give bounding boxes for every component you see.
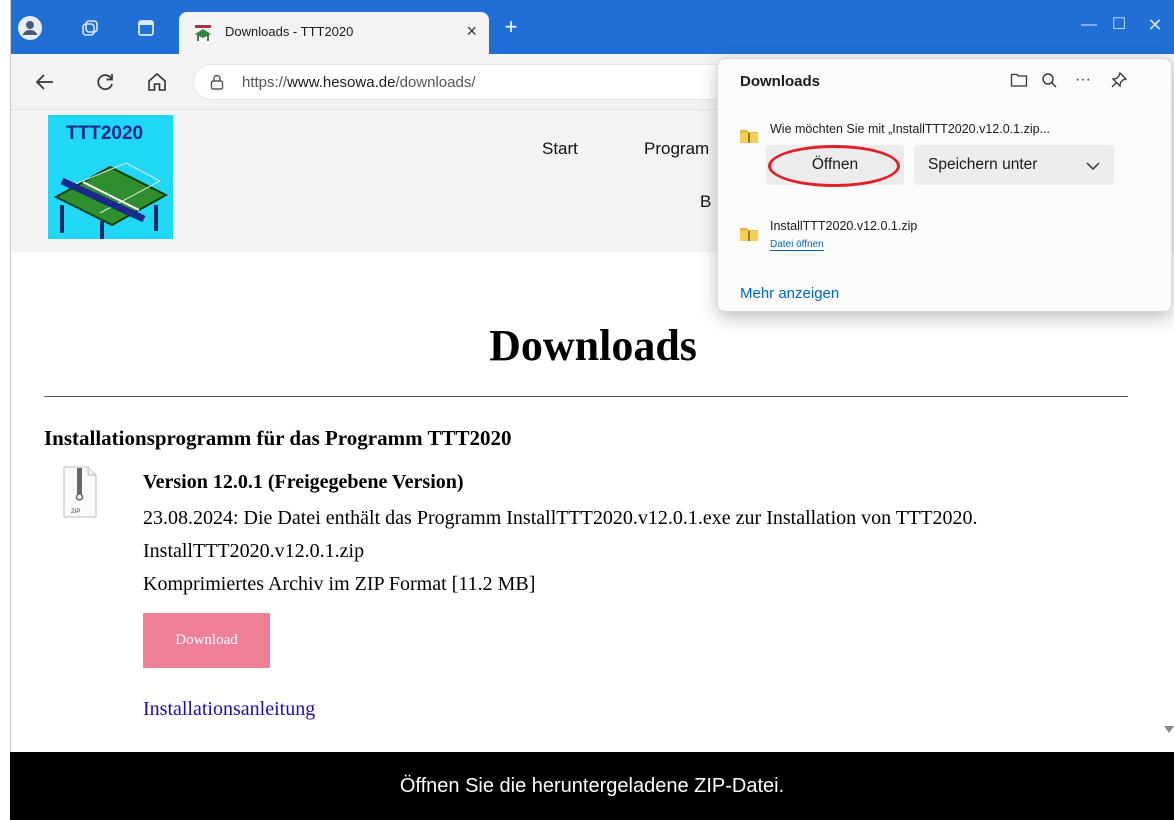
table-tennis-table-icon: [53, 162, 169, 239]
downloads-panel-title: Downloads: [740, 73, 821, 90]
maximize-button[interactable]: ☐: [1099, 10, 1139, 40]
refresh-icon[interactable]: [91, 68, 119, 96]
url-text[interactable]: https://www.hesowa.de/downloads/: [242, 74, 476, 91]
chevron-down-icon[interactable]: [1086, 158, 1100, 176]
site-favicon-icon: [193, 22, 213, 42]
search-icon[interactable]: [1036, 67, 1062, 93]
url-path: /downloads/: [395, 74, 476, 91]
url-prefix: https://: [242, 74, 288, 91]
tab-downloads[interactable]: Downloads - TTT2020 ×: [179, 12, 489, 54]
back-arrow-icon[interactable]: [31, 68, 59, 96]
tab-actions-icon[interactable]: [133, 15, 159, 41]
downloaded-file-name[interactable]: InstallTTT2020.v12.0.1.zip: [770, 219, 917, 233]
workspaces-icon[interactable]: [77, 15, 103, 41]
zip-label: ZIP: [71, 509, 80, 515]
divider: [44, 396, 1128, 397]
highlight-ring: [768, 145, 900, 187]
tab-title: Downloads - TTT2020: [225, 24, 354, 39]
title-bar: Downloads - TTT2020 × + — ☐ ✕: [11, 0, 1174, 54]
zip-file-icon: ZIP: [62, 466, 98, 518]
save-as-label: Speichern unter: [928, 156, 1038, 173]
zip-folder-icon: [740, 129, 758, 143]
file-description: 23.08.2024: Die Datei enthält das Progra…: [143, 507, 978, 529]
download-prompt-text: Wie möchten Sie mit „InstallTTT2020.v12.…: [770, 122, 1050, 136]
open-file-link[interactable]: Datei öffnen: [770, 239, 824, 251]
close-window-button[interactable]: ✕: [1135, 10, 1174, 40]
section-title: Installationsprogramm für das Programm T…: [44, 426, 512, 450]
installation-guide-link[interactable]: Installationsanleitung: [143, 698, 315, 721]
lock-icon[interactable]: [208, 73, 226, 91]
scroll-down-arrow-icon[interactable]: [1164, 726, 1174, 733]
download-button[interactable]: Download: [143, 613, 270, 668]
nav-start[interactable]: Start: [542, 139, 578, 159]
url-domain: www.hesowa.de: [287, 74, 396, 91]
file-name: InstallTTT2020.v12.0.1.zip: [143, 540, 365, 562]
downloads-panel: Downloads ··· Wie möchten Sie mit „Insta…: [717, 58, 1172, 312]
zip-folder-icon: [740, 227, 758, 241]
pin-icon[interactable]: [1106, 67, 1132, 93]
tutorial-caption: Öffnen Sie die heruntergeladene ZIP-Date…: [10, 752, 1174, 820]
profile-icon[interactable]: [17, 15, 43, 41]
address-bar[interactable]: https://www.hesowa.de/downloads/: [193, 64, 733, 100]
tab-close-icon[interactable]: ×: [466, 21, 477, 42]
show-more-link[interactable]: Mehr anzeigen: [740, 285, 839, 302]
nav-item-truncated[interactable]: B: [700, 192, 711, 212]
home-icon[interactable]: [143, 68, 171, 96]
version-title: Version 12.0.1 (Freigegebene Version): [143, 471, 464, 493]
site-logo[interactable]: TTT2020: [48, 115, 173, 239]
page-title: Downloads: [489, 321, 697, 370]
open-folder-icon[interactable]: [1006, 67, 1032, 93]
new-tab-button[interactable]: +: [497, 14, 525, 42]
archive-info: Komprimiertes Archiv im ZIP Format [11.2…: [143, 573, 536, 595]
nav-programm[interactable]: Program: [644, 139, 709, 159]
save-as-button[interactable]: Speichern unter: [914, 145, 1114, 185]
more-options-icon[interactable]: ···: [1070, 67, 1096, 93]
